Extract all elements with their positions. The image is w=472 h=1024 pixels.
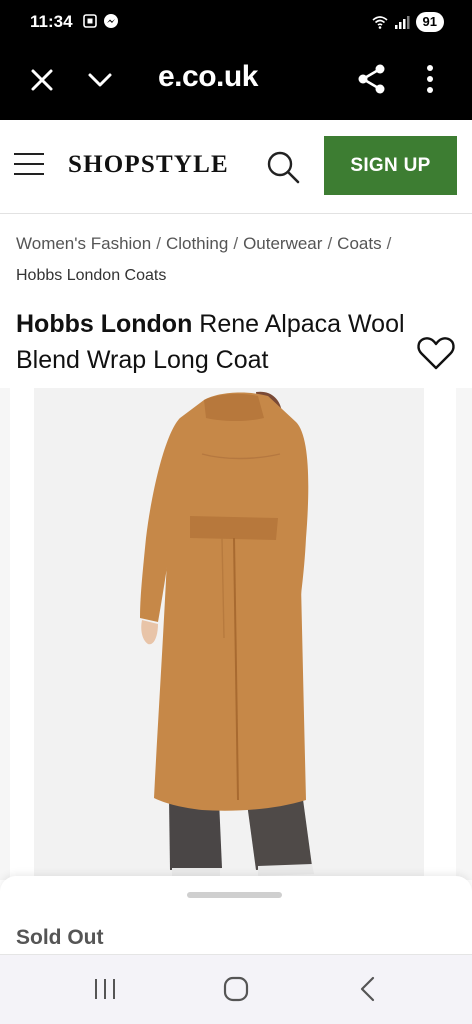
more-vert-icon[interactable] xyxy=(418,62,442,96)
back-icon[interactable] xyxy=(356,975,380,1003)
breadcrumb: Women's Fashion / Clothing / Outerwear /… xyxy=(16,232,456,288)
share-icon[interactable] xyxy=(355,62,389,96)
signal-icon xyxy=(394,16,410,29)
breadcrumb-current[interactable]: Hobbs London Coats xyxy=(16,264,456,288)
carousel-prev-peek xyxy=(0,388,10,880)
site-logo[interactable]: SHOPSTYLE xyxy=(68,151,229,179)
product-image[interactable] xyxy=(34,388,424,880)
breadcrumb-separator: / xyxy=(327,234,333,253)
breadcrumb-separator: / xyxy=(386,234,392,253)
status-icons-right: 91 xyxy=(372,12,444,32)
status-icons-left xyxy=(82,13,119,29)
close-icon[interactable] xyxy=(28,66,56,94)
messenger-icon xyxy=(104,14,118,28)
breadcrumb-separator: / xyxy=(156,234,161,253)
system-nav-bar xyxy=(0,954,472,1024)
availability-status: Sold Out xyxy=(16,926,104,949)
product-image-carousel[interactable] xyxy=(0,388,472,880)
breadcrumb-separator: / xyxy=(233,234,239,253)
status-time: 11:34 xyxy=(30,12,73,31)
sheet-drag-handle[interactable] xyxy=(187,892,282,898)
home-icon[interactable] xyxy=(222,975,250,1003)
search-icon[interactable] xyxy=(265,149,301,185)
sign-up-button[interactable]: SIGN UP xyxy=(324,136,457,195)
battery-indicator: 91 xyxy=(415,12,444,32)
product-title: Hobbs London Rene Alpaca Wool Blend Wrap… xyxy=(16,306,406,378)
breadcrumb-item[interactable]: Clothing xyxy=(166,232,228,256)
coat-illustration xyxy=(34,388,424,880)
url-text[interactable]: e.co.uk xyxy=(158,60,258,94)
breadcrumb-item[interactable]: Women's Fashion xyxy=(16,232,151,256)
carousel-next-peek xyxy=(456,388,472,880)
menu-icon[interactable] xyxy=(14,153,44,179)
breadcrumb-item[interactable]: Outerwear xyxy=(243,232,322,256)
product-brand[interactable]: Hobbs London xyxy=(16,310,192,338)
wifi-icon xyxy=(372,16,388,29)
recents-icon[interactable] xyxy=(92,977,118,1001)
screenshot-icon xyxy=(83,14,97,28)
bottom-sheet[interactable]: Sold Out xyxy=(0,876,472,956)
chevron-down-icon[interactable] xyxy=(86,66,114,94)
browser-toolbar: e.co.uk xyxy=(0,44,472,120)
breadcrumb-item[interactable]: Coats xyxy=(337,232,381,256)
status-bar: 11:34 91 xyxy=(0,0,472,44)
favorite-heart-icon[interactable] xyxy=(416,335,456,371)
